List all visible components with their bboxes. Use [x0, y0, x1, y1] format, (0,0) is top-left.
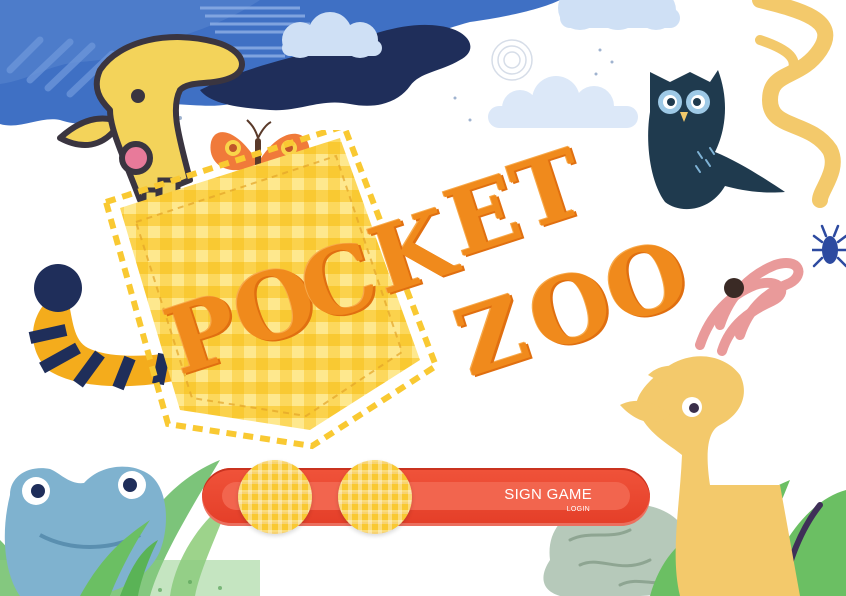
beetle-icon: [812, 224, 846, 268]
sign-game-label[interactable]: SIGN GAME: [504, 486, 592, 503]
plaid-disc-left: [238, 460, 312, 534]
sign-game-button[interactable]: SIGN GAME LOGIN: [202, 460, 650, 534]
login-label[interactable]: LOGIN: [567, 506, 590, 513]
game-title-screen: P O C K E T Z O O SIGN GAME LOGIN: [0, 0, 846, 596]
seed-icon: [724, 278, 744, 298]
game-title-logo: P O C K E T Z O O: [150, 128, 710, 410]
grass-front-left: [80, 520, 158, 596]
plaid-disc-right: [338, 460, 412, 534]
